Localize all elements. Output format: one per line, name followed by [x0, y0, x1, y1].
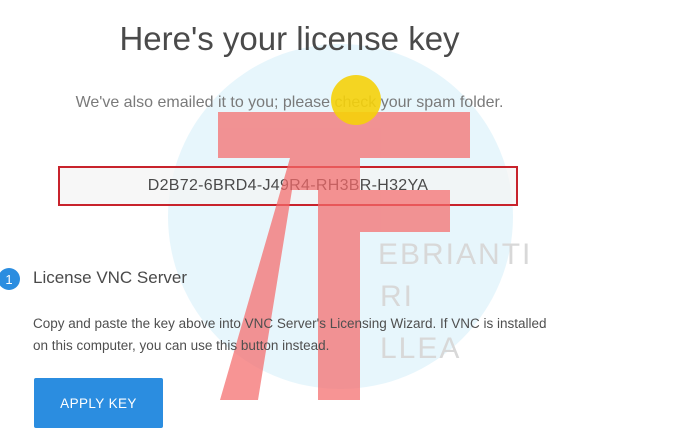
- step-title: License VNC Server: [33, 268, 188, 287]
- license-page: Here's your license key We've also email…: [0, 0, 679, 430]
- watermark-logo: [218, 112, 470, 400]
- watermark-text-1: EBRIANTI: [378, 238, 533, 271]
- cursor-highlight: [331, 75, 381, 125]
- watermark-text-2: RI: [380, 280, 414, 313]
- step-description: Copy and paste the key above into VNC Se…: [33, 316, 547, 353]
- apply-key-button[interactable]: APPLY KEY: [34, 378, 163, 428]
